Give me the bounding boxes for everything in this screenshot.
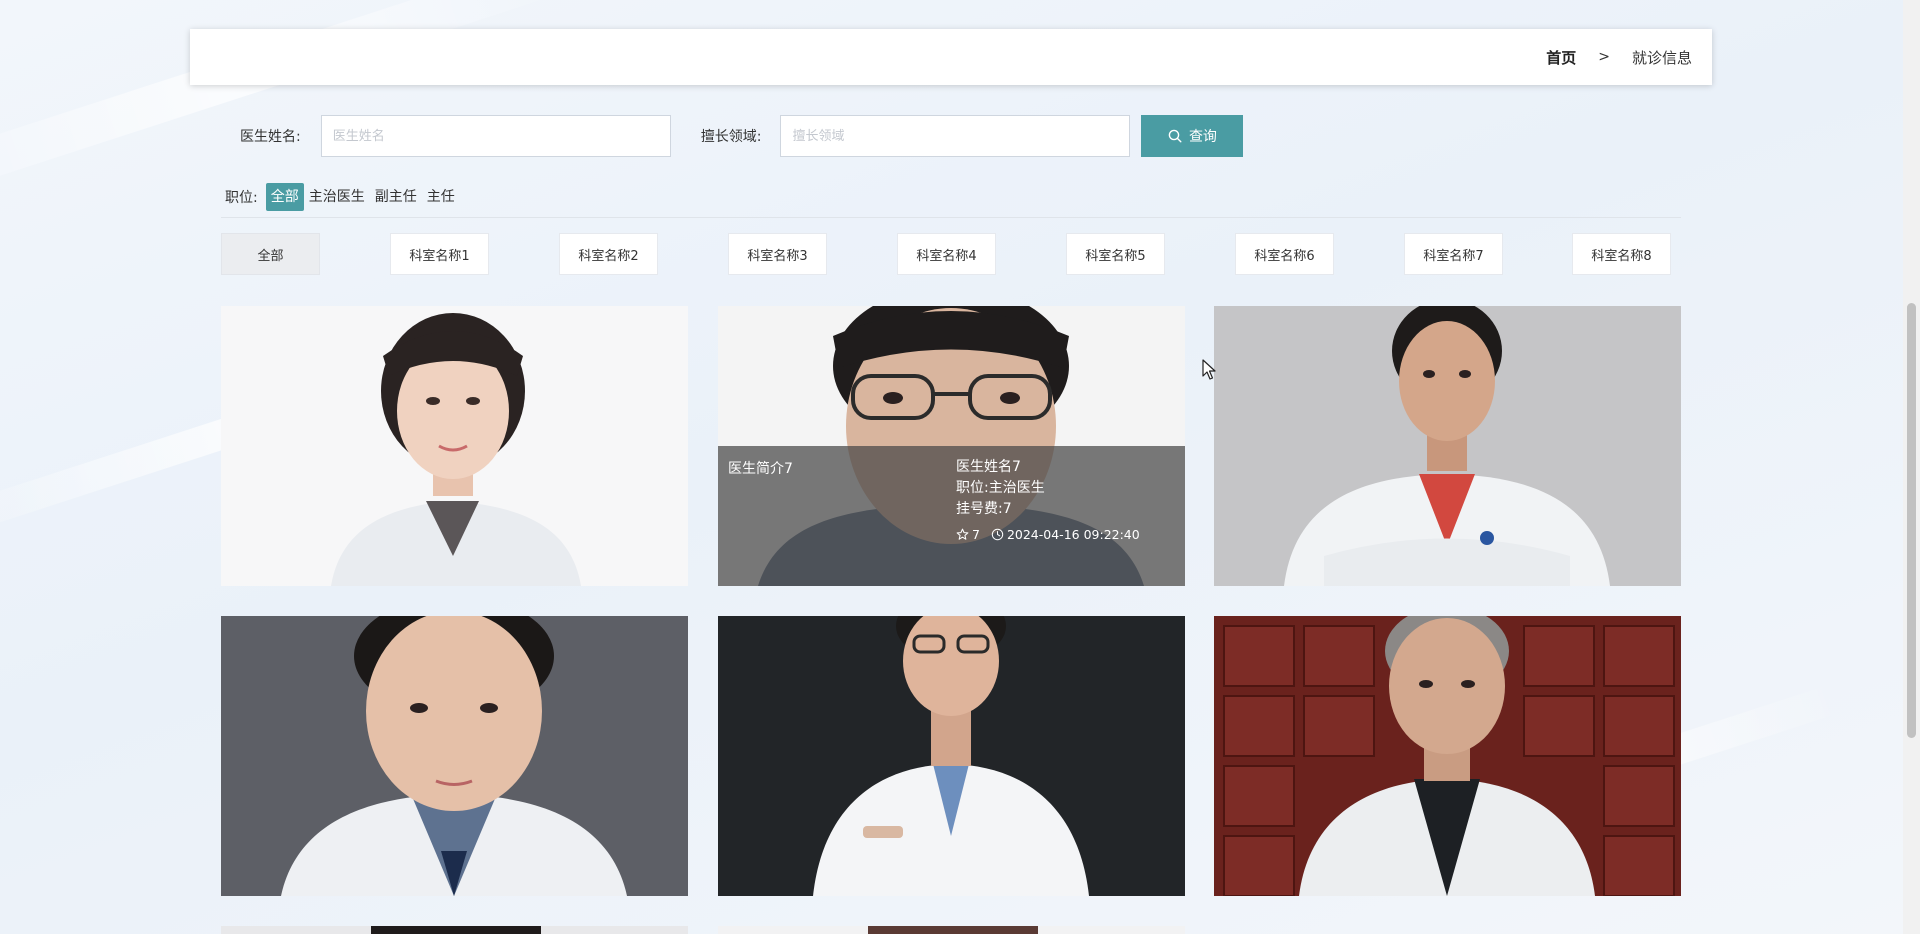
doctor-card[interactable] [221, 926, 688, 934]
search-button-label: 查询 [1188, 129, 1217, 145]
position-filter: 职位: 全部 主治医生 副主任 主任 [225, 182, 460, 212]
specialty-label: 擅长领域: [700, 129, 762, 145]
breadcrumb-separator: > [1598, 49, 1610, 65]
breadcrumb-bar: 首页 > 就诊信息 [190, 29, 1712, 85]
specialty-input[interactable] [780, 115, 1131, 157]
doctor-card-overlay: 医生简介7 医生姓名7 职位:主治医生 挂号费:7 7 2024-04-16 0… [718, 446, 1185, 586]
breadcrumb-current: 就诊信息 [1631, 48, 1692, 67]
breadcrumb: 首页 > 就诊信息 [1546, 29, 1692, 85]
doctor-card-hovered[interactable]: 医生简介7 医生姓名7 职位:主治医生 挂号费:7 7 2024-04-16 0… [718, 306, 1185, 586]
doctor-card[interactable] [718, 616, 1185, 896]
department-tab-all[interactable]: 全部 [221, 233, 320, 275]
search-button[interactable]: 查询 [1141, 115, 1244, 157]
doctor-fee: 挂号费:7 [956, 501, 1012, 517]
department-tab-3[interactable]: 科室名称3 [728, 233, 827, 275]
page-scrollbar[interactable] [1903, 0, 1920, 934]
search-icon [1168, 129, 1182, 143]
doctor-photo [221, 306, 688, 586]
department-tab-8[interactable]: 科室名称8 [1572, 233, 1671, 275]
doctor-likes: 7 [972, 527, 980, 542]
position-option-associate-chief[interactable]: 副主任 [370, 183, 422, 211]
doctor-card[interactable] [221, 306, 688, 586]
star-icon [956, 528, 969, 540]
scrollbar-thumb[interactable] [1907, 303, 1916, 738]
department-tab-4[interactable]: 科室名称4 [897, 233, 996, 275]
department-tab-7[interactable]: 科室名称7 [1404, 233, 1503, 275]
doctor-name-input[interactable] [320, 115, 671, 157]
doctor-name: 医生姓名7 [956, 459, 1021, 475]
doctor-photo [718, 926, 1185, 934]
doctor-photo [1214, 306, 1681, 586]
doctor-position: 职位:主治医生 [956, 480, 1045, 496]
search-form: 医生姓名: 擅长领域: 查询 [240, 115, 1244, 157]
doctor-name-label: 医生姓名: [240, 129, 301, 145]
position-option-chief[interactable]: 主任 [422, 183, 460, 211]
doctor-photo [1214, 616, 1681, 896]
position-option-all[interactable]: 全部 [265, 183, 304, 211]
position-option-attending[interactable]: 主治医生 [304, 183, 370, 211]
doctor-time: 2024-04-16 09:22:40 [1006, 527, 1140, 542]
divider [221, 217, 1681, 218]
clock-icon [991, 528, 1004, 541]
doctor-card[interactable] [718, 926, 1185, 934]
department-tab-5[interactable]: 科室名称5 [1066, 233, 1165, 275]
doctor-intro: 医生简介7 [728, 461, 793, 477]
department-tab-6[interactable]: 科室名称6 [1235, 233, 1334, 275]
doctor-card[interactable] [1214, 306, 1681, 586]
mouse-cursor-icon [1202, 359, 1216, 380]
doctor-card[interactable] [221, 616, 688, 896]
doctor-photo [718, 616, 1185, 896]
position-filter-label: 职位: [225, 190, 258, 206]
department-tab-2[interactable]: 科室名称2 [559, 233, 658, 275]
doctor-info: 医生姓名7 职位:主治医生 挂号费:7 7 2024-04-16 09:22:4… [956, 457, 1140, 545]
department-tab-1[interactable]: 科室名称1 [390, 233, 489, 275]
doctor-photo [221, 926, 688, 934]
breadcrumb-home-link[interactable]: 首页 [1546, 47, 1576, 68]
doctor-photo [221, 616, 688, 896]
doctor-meta: 7 2024-04-16 09:22:40 [956, 524, 1140, 545]
doctor-card[interactable] [1214, 616, 1681, 896]
